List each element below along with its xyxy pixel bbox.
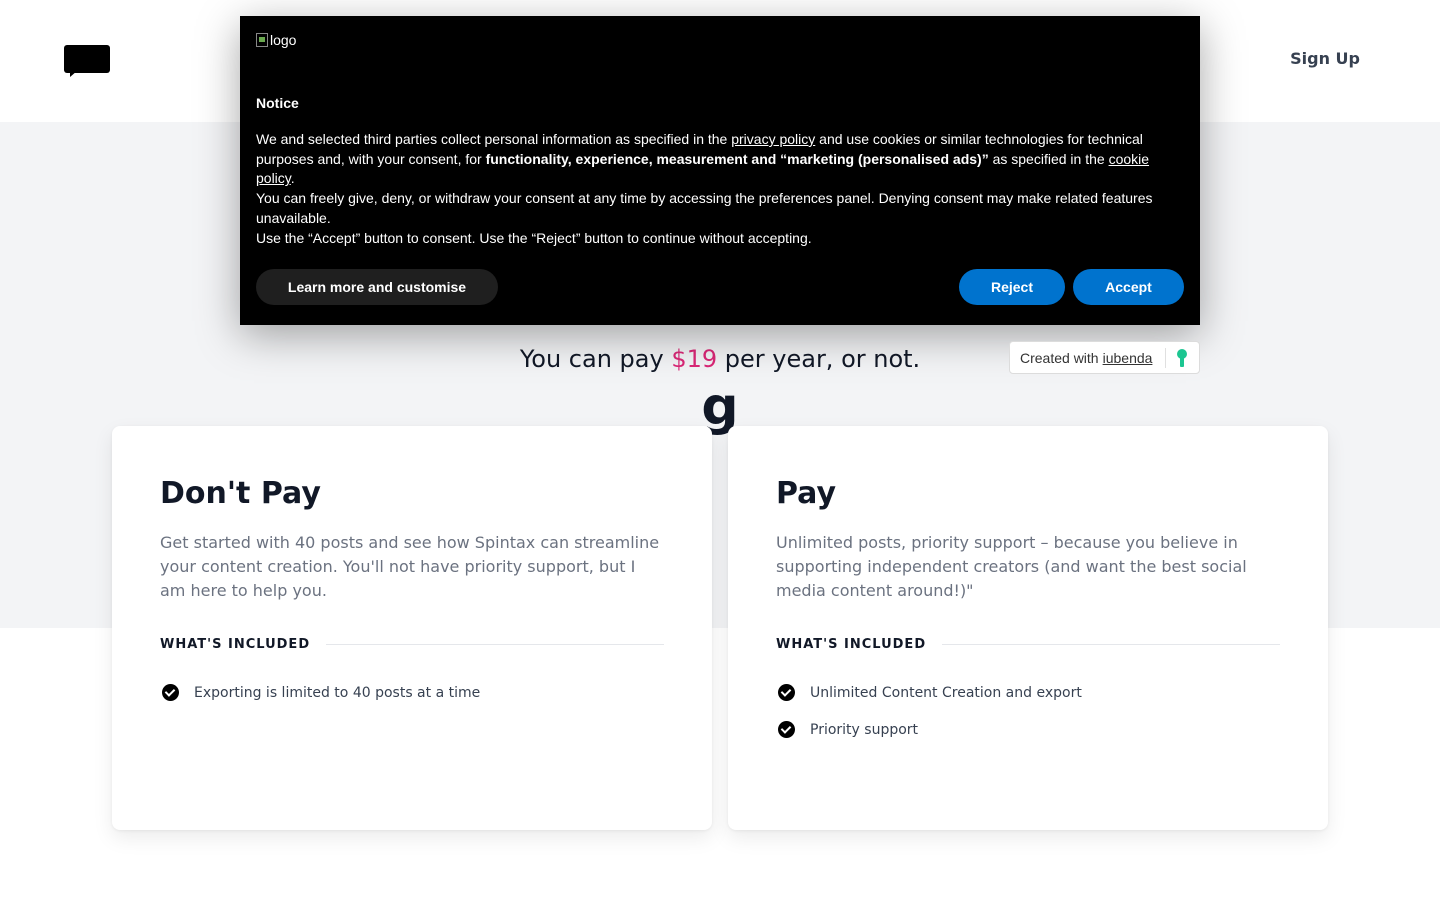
feature-item: Unlimited Content Creation and export bbox=[776, 684, 1280, 701]
feature-text: Exporting is limited to 40 posts at a ti… bbox=[194, 684, 481, 701]
feature-text: Unlimited Content Creation and export bbox=[810, 684, 1082, 701]
included-header: WHAT'S INCLUDED bbox=[776, 637, 1280, 652]
notice-text: We and selected third parties collect pe… bbox=[256, 130, 1184, 248]
included-label: WHAT'S INCLUDED bbox=[776, 637, 927, 652]
iubenda-badge: Created with iubenda bbox=[1009, 341, 1200, 374]
cookie-logo: logo bbox=[256, 32, 1184, 48]
feature-item: Priority support bbox=[776, 721, 1280, 738]
divider bbox=[326, 644, 664, 645]
divider bbox=[942, 644, 1280, 645]
plan-description: Unlimited posts, priority support – beca… bbox=[776, 533, 1247, 600]
check-circle-icon bbox=[778, 721, 795, 738]
sign-up-link[interactable]: Sign Up bbox=[1290, 49, 1360, 68]
plan-card-paid: Pay Unlimited posts, priority support – … bbox=[728, 426, 1328, 830]
feature-list: Unlimited Content Creation and export Pr… bbox=[776, 684, 1280, 738]
check-circle-icon bbox=[778, 684, 795, 701]
plan-title: Pay bbox=[776, 476, 837, 511]
cookie-consent-banner: logo Notice We and selected third partie… bbox=[240, 16, 1200, 325]
notice-purposes: functionality, experience, measurement a… bbox=[485, 150, 989, 167]
reject-button[interactable]: Reject bbox=[959, 269, 1065, 305]
logo-alt-text: logo bbox=[270, 32, 297, 48]
subtitle-prefix: You can pay bbox=[519, 345, 672, 373]
learn-more-button[interactable]: Learn more and customise bbox=[256, 269, 498, 305]
included-label: WHAT'S INCLUDED bbox=[160, 637, 311, 652]
feature-list: Exporting is limited to 40 posts at a ti… bbox=[160, 684, 664, 701]
check-circle-icon bbox=[162, 684, 179, 701]
included-header: WHAT'S INCLUDED bbox=[160, 637, 664, 652]
plan-title: Don't Pay bbox=[160, 476, 321, 511]
notice-text-3: Use the “Accept” button to consent. Use … bbox=[256, 229, 812, 246]
notice-text-1a: We and selected third parties collect pe… bbox=[256, 131, 732, 147]
accept-button[interactable]: Accept bbox=[1073, 269, 1184, 305]
privacy-policy-link[interactable]: privacy policy bbox=[731, 131, 815, 147]
feature-item: Exporting is limited to 40 posts at a ti… bbox=[160, 684, 664, 701]
notice-title: Notice bbox=[256, 95, 299, 111]
notice-text-1c: as specified in the bbox=[988, 150, 1109, 167]
speech-bubble-logo-icon[interactable] bbox=[64, 45, 110, 77]
feature-text: Priority support bbox=[810, 721, 919, 738]
badge-divider bbox=[1165, 348, 1166, 368]
hero-subtitle: You can pay $19 per year, or not. bbox=[0, 345, 1440, 373]
iubenda-link[interactable]: iubenda bbox=[1103, 350, 1153, 366]
keyhole-icon[interactable] bbox=[1177, 349, 1187, 368]
plan-card-free: Don't Pay Get started with 40 posts and … bbox=[112, 426, 712, 830]
price-highlight: $19 bbox=[671, 345, 718, 373]
notice-text-2: You can freely give, deny, or withdraw y… bbox=[256, 190, 1153, 226]
notice-text-1d: . bbox=[290, 170, 295, 187]
iubenda-prefix: Created with bbox=[1020, 349, 1099, 366]
plan-description: Get started with 40 posts and see how Sp… bbox=[160, 533, 660, 600]
broken-image-icon bbox=[256, 33, 268, 47]
subtitle-suffix: per year, or not. bbox=[717, 345, 921, 373]
